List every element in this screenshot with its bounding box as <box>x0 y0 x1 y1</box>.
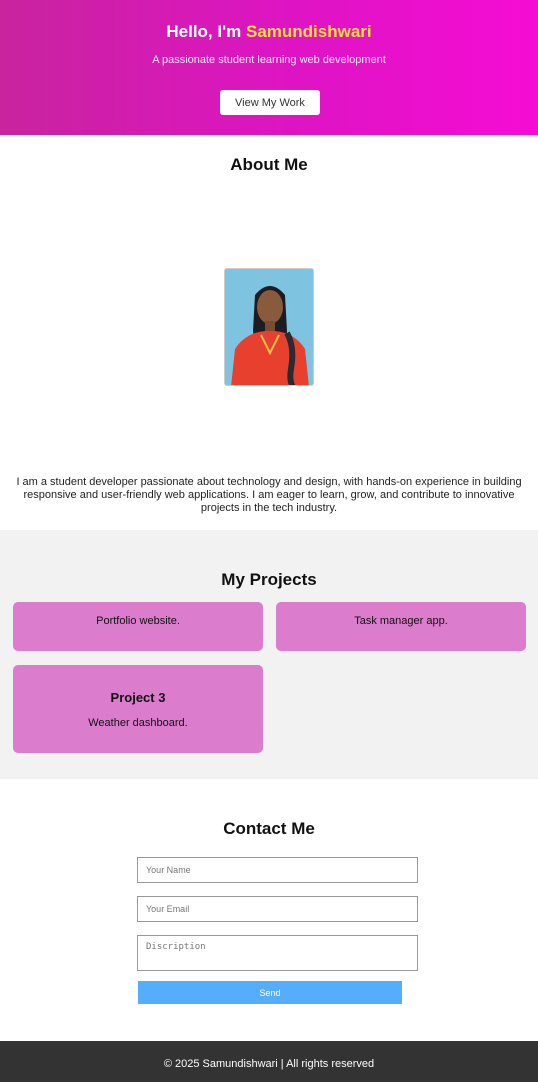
project-card[interactable]: Task manager app. <box>276 602 526 651</box>
project-title: Project 3 <box>110 690 166 705</box>
profile-photo-graphic <box>225 269 313 385</box>
about-text: I am a student developer passionate abou… <box>16 476 522 514</box>
about-title: About Me <box>230 155 308 174</box>
send-button[interactable]: Send <box>138 981 402 1004</box>
project-description: Weather dashboard. <box>88 717 188 729</box>
view-my-work-button[interactable]: View My Work <box>220 90 320 115</box>
email-input[interactable] <box>137 896 418 922</box>
hero-subtitle: A passionate student learning web develo… <box>152 54 386 66</box>
contact-section: Contact Me Send <box>0 779 538 1041</box>
description-textarea[interactable] <box>137 935 418 971</box>
project-description: Task manager app. <box>354 615 448 627</box>
project-description: Portfolio website. <box>96 615 180 627</box>
contact-title: Contact Me <box>223 819 315 838</box>
hero-greeting: Hello, I'm <box>166 22 246 41</box>
project-card[interactable]: Portfolio website. <box>13 602 263 651</box>
projects-section: My Projects Portfolio website. Task mana… <box>0 530 538 779</box>
footer: © 2025 Samundishwari | All rights reserv… <box>0 1041 538 1082</box>
about-section: About Me I am a student developer passio… <box>0 135 538 530</box>
profile-photo <box>224 268 314 386</box>
footer-text: © 2025 Samundishwari | All rights reserv… <box>163 1058 375 1070</box>
hero-name: Samundishwari <box>245 22 372 41</box>
project-card[interactable]: Project 3 Weather dashboard. <box>13 665 263 753</box>
name-input[interactable] <box>137 857 418 883</box>
hero-title: Hello, I'm Samundishwari <box>0 22 538 42</box>
hero-section: Hello, I'm Samundishwari A passionate st… <box>0 0 538 135</box>
projects-title: My Projects <box>221 570 317 589</box>
